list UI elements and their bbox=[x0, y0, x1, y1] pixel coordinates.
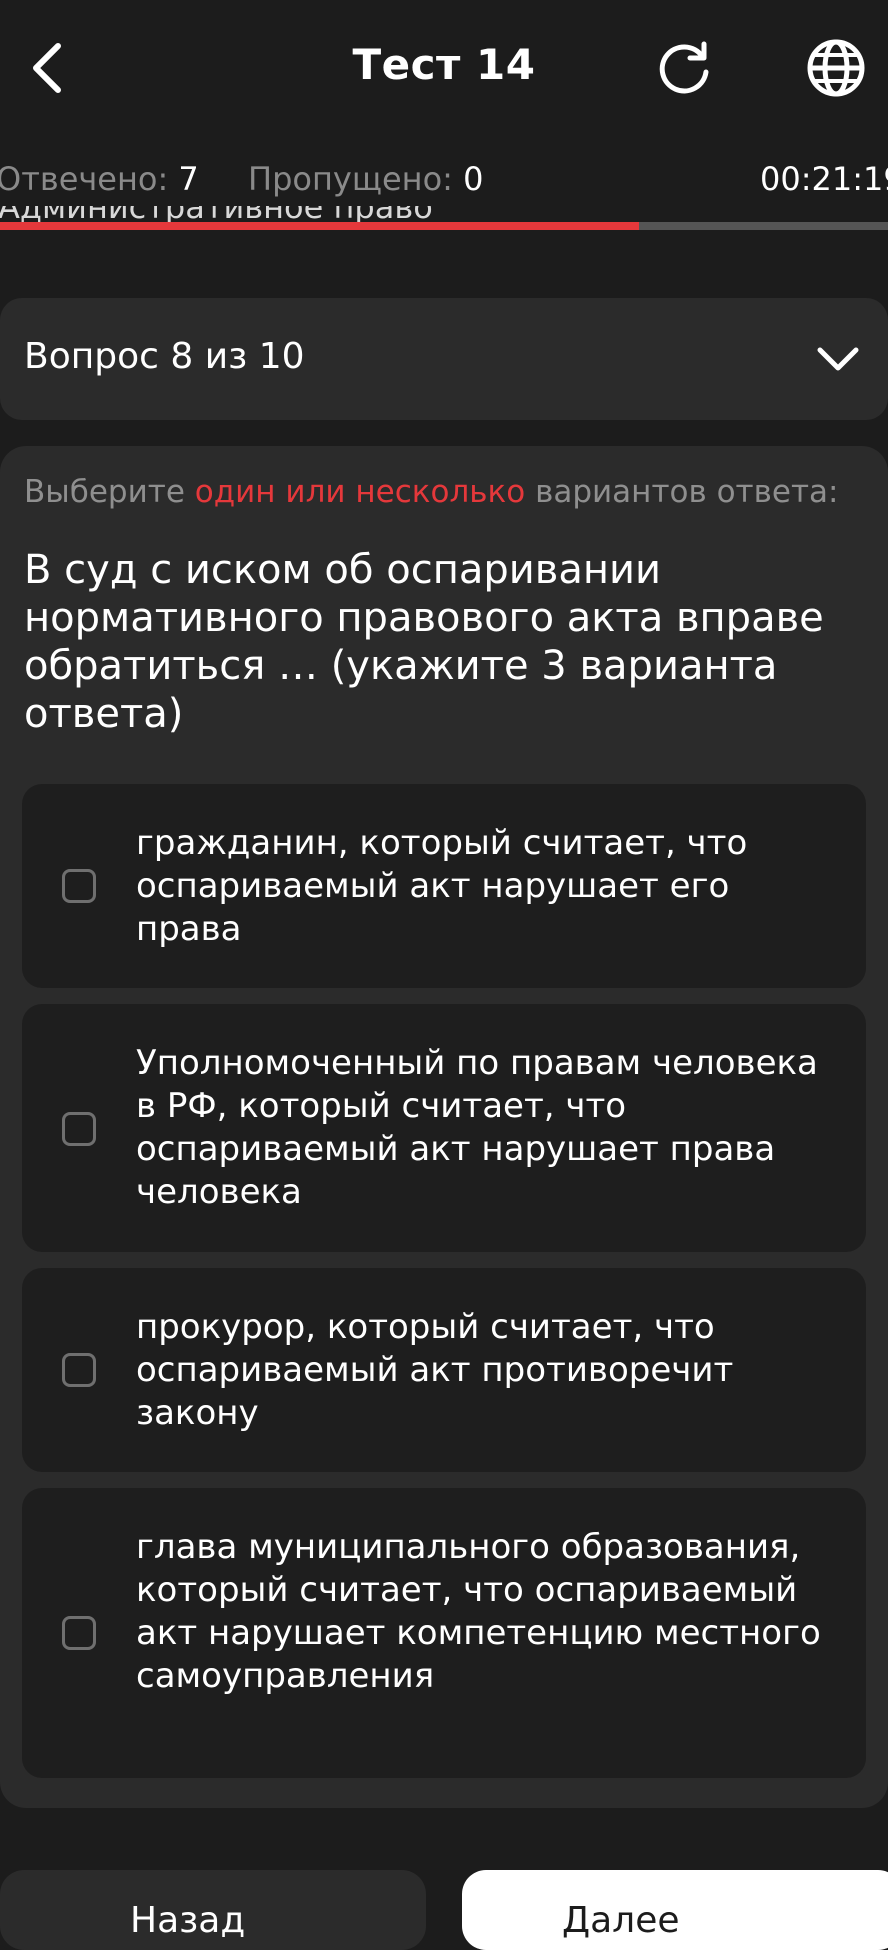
instruction-highlight: один или несколько bbox=[194, 474, 526, 510]
answered-stat: Отвечено: 7 bbox=[0, 160, 199, 198]
progress-fill bbox=[0, 222, 640, 230]
test-stats: Отвечено: 7 Пропущено: 0 00:21:19 bbox=[0, 160, 888, 206]
instruction-suffix: вариантов ответа: bbox=[525, 474, 839, 510]
question-number: Вопрос 8 из 10 bbox=[24, 336, 305, 377]
option-text: гражданин, который считает, что оспарива… bbox=[136, 823, 748, 949]
question-card: Выберите один или несколько вариантов от… bbox=[0, 446, 888, 1808]
option-text: глава муниципального образования, которы… bbox=[136, 1527, 821, 1696]
next-button[interactable]: Далее bbox=[462, 1870, 888, 1950]
option-text: Уполномоченный по правам человека в РФ, … bbox=[136, 1043, 818, 1212]
option-checkbox[interactable] bbox=[62, 1353, 96, 1387]
question-selector[interactable]: Вопрос 8 из 10 bbox=[0, 298, 888, 420]
globe-icon bbox=[807, 39, 865, 97]
option-checkbox[interactable] bbox=[62, 869, 96, 903]
answer-instruction: Выберите один или несколько вариантов от… bbox=[24, 474, 838, 510]
answer-option[interactable]: гражданин, который считает, что оспарива… bbox=[22, 784, 866, 988]
refresh-icon bbox=[659, 41, 709, 94]
option-text: прокурор, который считает, что оспаривае… bbox=[136, 1307, 734, 1433]
option-checkbox[interactable] bbox=[62, 1112, 96, 1146]
restart-button[interactable] bbox=[650, 32, 718, 104]
option-checkbox[interactable] bbox=[62, 1616, 96, 1650]
answer-option[interactable]: Уполномоченный по правам человека в РФ, … bbox=[22, 1004, 866, 1252]
instruction-prefix: Выберите bbox=[24, 474, 195, 510]
progress-bar bbox=[0, 222, 888, 230]
skipped-count: 0 bbox=[463, 160, 484, 198]
answered-label: Отвечено: bbox=[0, 160, 169, 198]
page-title: Тест 14 bbox=[352, 40, 536, 89]
question-text: В суд с иском об оспаривании нормативног… bbox=[24, 547, 824, 737]
answered-count: 7 bbox=[178, 160, 199, 198]
previous-label: Назад bbox=[130, 1900, 246, 1941]
next-label: Далее bbox=[562, 1900, 680, 1941]
answer-option[interactable]: глава муниципального образования, которы… bbox=[22, 1488, 866, 1778]
skipped-label: Пропущено: bbox=[248, 160, 453, 198]
previous-button[interactable]: Назад bbox=[0, 1870, 426, 1950]
timer: 00:21:19 bbox=[760, 160, 888, 198]
chevron-down-icon bbox=[817, 347, 859, 371]
skipped-stat: Пропущено: 0 bbox=[248, 160, 483, 198]
language-button[interactable] bbox=[800, 32, 872, 104]
answer-option[interactable]: прокурор, который считает, что оспаривае… bbox=[22, 1268, 866, 1472]
top-bar: Тест 14 bbox=[0, 0, 888, 140]
